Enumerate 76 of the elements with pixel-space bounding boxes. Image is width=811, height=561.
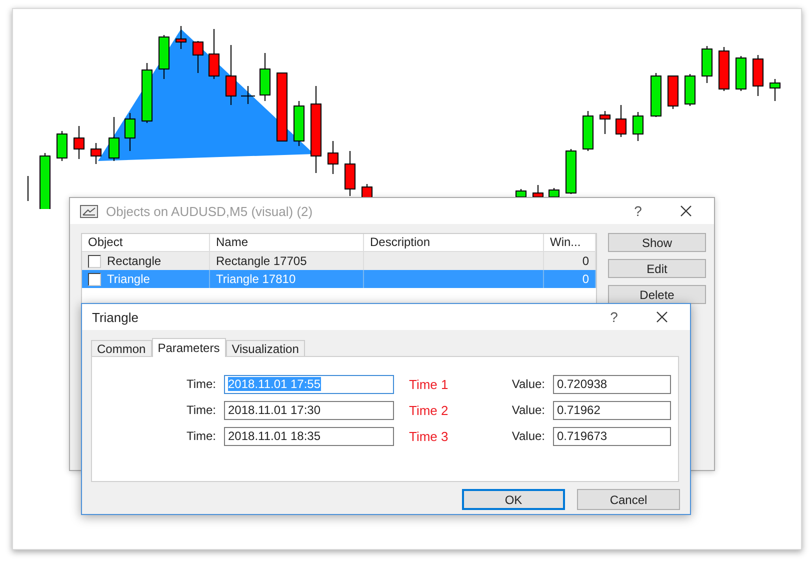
candle: [240, 86, 256, 104]
window-title: Triangle: [92, 310, 140, 324]
field-label: Time:: [185, 429, 217, 443]
candle: [124, 112, 136, 152]
tab[interactable]: Parameters: [152, 338, 226, 357]
candle: [548, 188, 560, 200]
tab[interactable]: Common: [91, 340, 152, 356]
candle: [74, 126, 84, 160]
candle: [770, 78, 780, 102]
candle: [752, 54, 764, 96]
table-cell: 0: [544, 252, 596, 270]
checkbox[interactable]: [88, 272, 101, 286]
column-header[interactable]: Win...: [544, 234, 596, 252]
chart-icon: [80, 204, 98, 218]
candle: [566, 148, 576, 194]
dialog-button[interactable]: Delete: [608, 285, 706, 304]
field-label: Value:: [510, 403, 546, 417]
candle: [702, 46, 712, 84]
candle: [718, 46, 730, 92]
candle: [90, 142, 102, 164]
column-header[interactable]: Object: [82, 234, 210, 252]
candle: [736, 56, 746, 92]
value-field[interactable]: 0.720938: [553, 374, 671, 394]
table-cell: Rectangle 17705: [210, 252, 364, 270]
field-label: Time:: [185, 377, 217, 391]
checkbox[interactable]: [88, 254, 101, 268]
column-header[interactable]: Name: [210, 234, 364, 252]
dialog-button[interactable]: Show: [608, 233, 706, 252]
candle: [668, 76, 678, 110]
candle: [226, 44, 236, 106]
object-type: Triangle: [107, 271, 150, 288]
table-cell: Triangle 17810: [210, 270, 364, 288]
close-icon: [680, 205, 692, 217]
candle: [108, 116, 120, 162]
value-field[interactable]: 0.719673: [553, 426, 671, 446]
tab[interactable]: Visualization: [226, 340, 305, 356]
candle: [158, 34, 170, 80]
candle: [176, 26, 186, 50]
candle: [208, 28, 220, 80]
candle: [142, 62, 152, 124]
candle: [192, 40, 204, 74]
close-icon: [656, 311, 668, 323]
object-type: Rectangle: [107, 253, 162, 270]
candle: [616, 104, 626, 138]
value-field[interactable]: 0.71962: [553, 400, 671, 420]
column-header[interactable]: Description: [364, 234, 544, 252]
candle: [328, 140, 338, 174]
candle: [276, 72, 288, 142]
field-label: Value:: [510, 429, 546, 443]
dialog-button[interactable]: Edit: [608, 259, 706, 278]
help-button[interactable]: ?: [618, 203, 658, 219]
candle: [684, 74, 696, 106]
candle: [40, 152, 50, 209]
dialog-button[interactable]: OK: [462, 489, 565, 510]
candle: [632, 112, 644, 142]
field-label: Value:: [510, 377, 546, 391]
time-marker-label: Time 2: [409, 402, 450, 418]
help-button[interactable]: ?: [594, 309, 634, 325]
candle: [516, 188, 526, 200]
dialog-button[interactable]: Cancel: [577, 489, 680, 510]
field-label: Time:: [185, 403, 217, 417]
table-cell: 0: [544, 270, 596, 288]
candle: [582, 110, 594, 152]
time-field[interactable]: 2018.11.01 18:35: [224, 426, 394, 446]
candle: [56, 130, 68, 162]
time-marker-label: Time 3: [409, 428, 450, 444]
window-title: Objects on AUDUSD,M5 (visual) (2): [106, 204, 314, 218]
time-marker-label: Time 1: [409, 376, 450, 392]
candle: [260, 52, 270, 102]
candle: [294, 100, 304, 146]
table-cell[interactable]: Rectangle: [82, 252, 210, 270]
candle: [344, 150, 356, 196]
time-field[interactable]: 2018.11.01 17:30: [224, 400, 394, 420]
candle: [650, 72, 662, 118]
candle: [600, 110, 610, 134]
candle: [532, 184, 544, 200]
